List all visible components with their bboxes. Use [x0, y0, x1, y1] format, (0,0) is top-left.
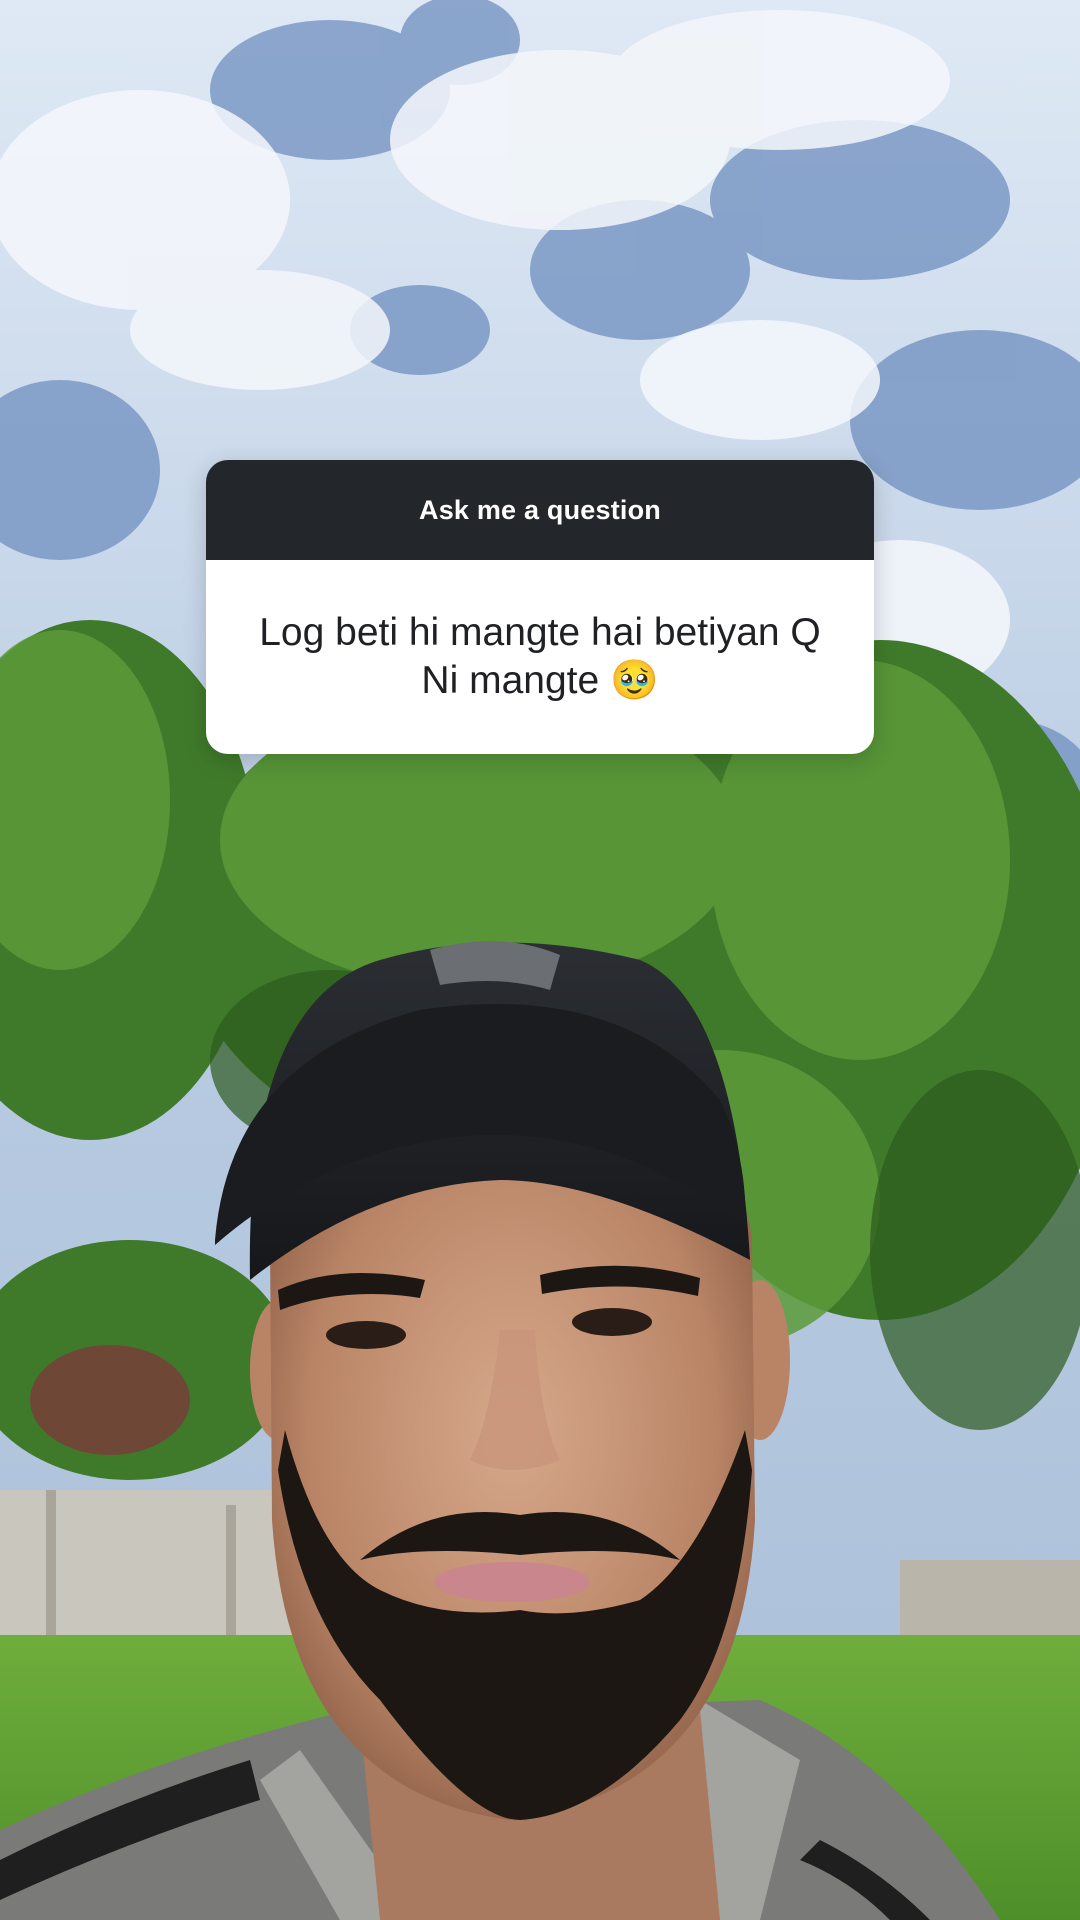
question-sticker-text: Log beti hi mangte hai betiyan Q Ni mang… [206, 560, 874, 754]
question-sticker[interactable]: Ask me a question Log beti hi mangte hai… [206, 460, 874, 754]
question-sticker-header: Ask me a question [206, 460, 874, 560]
story-photo-background [0, 0, 1080, 1920]
